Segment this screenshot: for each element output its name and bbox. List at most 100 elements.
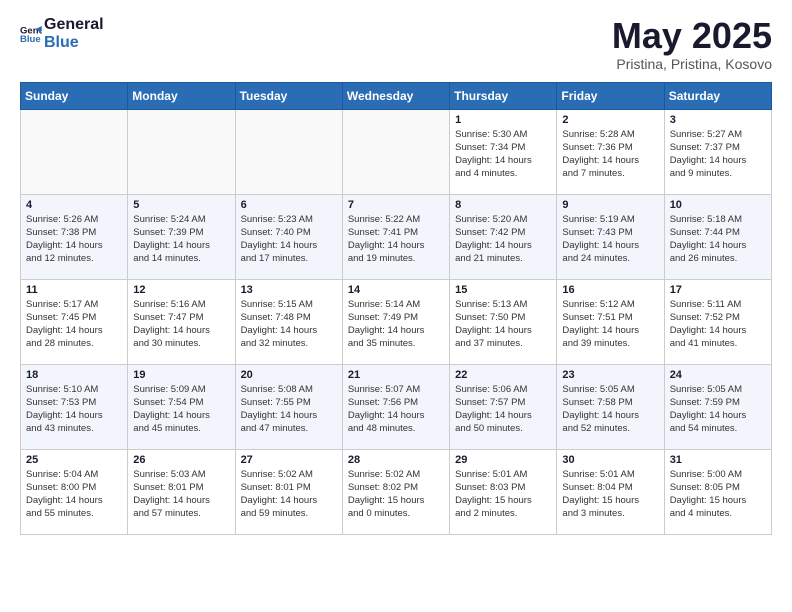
day-info: Sunrise: 5:30 AM Sunset: 7:34 PM Dayligh…	[455, 128, 551, 181]
logo-blue: Blue	[44, 34, 104, 52]
calendar-cell: 6 Sunrise: 5:23 AM Sunset: 7:40 PM Daylig…	[235, 194, 342, 279]
calendar-cell: 29Sunrise: 5:01 AM Sunset: 8:03 PM Dayli…	[450, 449, 557, 534]
col-friday: Friday	[557, 82, 664, 109]
calendar-cell: 25 Sunrise: 5:04 AM Sunset: 8:00 PM Dayli…	[21, 449, 128, 534]
calendar-cell: 21 Sunrise: 5:07 AM Sunset: 7:56 PM Dayli…	[342, 364, 449, 449]
calendar-cell: 27 Sunrise: 5:02 AM Sunset: 8:01 PM Dayli…	[235, 449, 342, 534]
header-row: Sunday Monday Tuesday Wednesday Thursday…	[21, 82, 772, 109]
calendar-cell: 12 Sunrise: 5:16 AM Sunset: 7:47 PM Dayli…	[128, 279, 235, 364]
day-number: 1	[455, 114, 551, 126]
day-info: Sunrise: 5:16 AM Sunset: 7:47 PM Dayligh…	[133, 298, 229, 351]
day-number: 15	[455, 284, 551, 296]
day-info: Sunrise: 5:26 AM Sunset: 7:38 PM Dayligh…	[26, 213, 122, 266]
day-number: 20	[241, 369, 337, 381]
page: General Blue General Blue May 2025 Prist…	[0, 0, 792, 551]
title-block: May 2025 Pristina, Pristina, Kosovo	[612, 16, 772, 72]
day-info: Sunrise: 5:02 AM Sunset: 8:02 PM Dayligh…	[348, 468, 444, 521]
day-info: Sunrise: 5:20 AM Sunset: 7:42 PM Dayligh…	[455, 213, 551, 266]
calendar-cell: 11 Sunrise: 5:17 AM Sunset: 7:45 PM Dayli…	[21, 279, 128, 364]
day-info: Sunrise: 5:23 AM Sunset: 7:40 PM Dayligh…	[241, 213, 337, 266]
day-number: 5	[133, 199, 229, 211]
col-tuesday: Tuesday	[235, 82, 342, 109]
day-number: 10	[670, 199, 766, 211]
calendar-week-3: 11 Sunrise: 5:17 AM Sunset: 7:45 PM Dayli…	[21, 279, 772, 364]
day-number: 3	[670, 114, 766, 126]
calendar-cell: 15 Sunrise: 5:13 AM Sunset: 7:50 PM Dayli…	[450, 279, 557, 364]
calendar-cell: 16 Sunrise: 5:12 AM Sunset: 7:51 PM Dayli…	[557, 279, 664, 364]
day-number: 24	[670, 369, 766, 381]
calendar-cell: 20 Sunrise: 5:08 AM Sunset: 7:55 PM Dayli…	[235, 364, 342, 449]
calendar-cell: 7 Sunrise: 5:22 AM Sunset: 7:41 PM Daylig…	[342, 194, 449, 279]
day-info: Sunrise: 5:02 AM Sunset: 8:01 PM Dayligh…	[241, 468, 337, 521]
calendar-cell: 19 Sunrise: 5:09 AM Sunset: 7:54 PM Dayli…	[128, 364, 235, 449]
calendar-week-2: 4Sunrise: 5:26 AM Sunset: 7:38 PM Daylig…	[21, 194, 772, 279]
calendar-table: Sunday Monday Tuesday Wednesday Thursday…	[20, 82, 772, 535]
calendar-cell: 4Sunrise: 5:26 AM Sunset: 7:38 PM Daylig…	[21, 194, 128, 279]
calendar-cell: 8Sunrise: 5:20 AM Sunset: 7:42 PM Daylig…	[450, 194, 557, 279]
day-info: Sunrise: 5:08 AM Sunset: 7:55 PM Dayligh…	[241, 383, 337, 436]
day-info: Sunrise: 5:09 AM Sunset: 7:54 PM Dayligh…	[133, 383, 229, 436]
calendar-cell: 26Sunrise: 5:03 AM Sunset: 8:01 PM Dayli…	[128, 449, 235, 534]
logo-icon: General Blue	[20, 23, 42, 45]
day-info: Sunrise: 5:11 AM Sunset: 7:52 PM Dayligh…	[670, 298, 766, 351]
calendar-cell: 13 Sunrise: 5:15 AM Sunset: 7:48 PM Dayli…	[235, 279, 342, 364]
day-info: Sunrise: 5:19 AM Sunset: 7:43 PM Dayligh…	[562, 213, 658, 266]
calendar-week-5: 25 Sunrise: 5:04 AM Sunset: 8:00 PM Dayli…	[21, 449, 772, 534]
day-info: Sunrise: 5:05 AM Sunset: 7:59 PM Dayligh…	[670, 383, 766, 436]
day-number: 23	[562, 369, 658, 381]
day-number: 26	[133, 454, 229, 466]
calendar-cell: 1 Sunrise: 5:30 AM Sunset: 7:34 PM Daylig…	[450, 109, 557, 194]
calendar-cell	[128, 109, 235, 194]
day-number: 12	[133, 284, 229, 296]
calendar-cell: 22Sunrise: 5:06 AM Sunset: 7:57 PM Dayli…	[450, 364, 557, 449]
calendar-cell: 31Sunrise: 5:00 AM Sunset: 8:05 PM Dayli…	[664, 449, 771, 534]
day-number: 21	[348, 369, 444, 381]
month-title: May 2025	[612, 16, 772, 56]
day-number: 16	[562, 284, 658, 296]
calendar-cell: 10 Sunrise: 5:18 AM Sunset: 7:44 PM Dayli…	[664, 194, 771, 279]
day-info: Sunrise: 5:22 AM Sunset: 7:41 PM Dayligh…	[348, 213, 444, 266]
col-saturday: Saturday	[664, 82, 771, 109]
day-number: 11	[26, 284, 122, 296]
calendar-cell	[235, 109, 342, 194]
day-info: Sunrise: 5:04 AM Sunset: 8:00 PM Dayligh…	[26, 468, 122, 521]
day-number: 7	[348, 199, 444, 211]
day-number: 6	[241, 199, 337, 211]
day-number: 19	[133, 369, 229, 381]
day-info: Sunrise: 5:18 AM Sunset: 7:44 PM Dayligh…	[670, 213, 766, 266]
day-number: 31	[670, 454, 766, 466]
day-info: Sunrise: 5:17 AM Sunset: 7:45 PM Dayligh…	[26, 298, 122, 351]
day-number: 29	[455, 454, 551, 466]
day-info: Sunrise: 5:15 AM Sunset: 7:48 PM Dayligh…	[241, 298, 337, 351]
col-monday: Monday	[128, 82, 235, 109]
calendar-cell: 14 Sunrise: 5:14 AM Sunset: 7:49 PM Dayli…	[342, 279, 449, 364]
day-number: 14	[348, 284, 444, 296]
day-info: Sunrise: 5:12 AM Sunset: 7:51 PM Dayligh…	[562, 298, 658, 351]
day-number: 28	[348, 454, 444, 466]
day-info: Sunrise: 5:14 AM Sunset: 7:49 PM Dayligh…	[348, 298, 444, 351]
day-info: Sunrise: 5:13 AM Sunset: 7:50 PM Dayligh…	[455, 298, 551, 351]
logo: General Blue General Blue	[20, 16, 104, 51]
day-number: 25	[26, 454, 122, 466]
day-number: 27	[241, 454, 337, 466]
day-info: Sunrise: 5:05 AM Sunset: 7:58 PM Dayligh…	[562, 383, 658, 436]
calendar-cell: 28 Sunrise: 5:02 AM Sunset: 8:02 PM Dayli…	[342, 449, 449, 534]
day-info: Sunrise: 5:10 AM Sunset: 7:53 PM Dayligh…	[26, 383, 122, 436]
location: Pristina, Pristina, Kosovo	[612, 56, 772, 72]
day-number: 17	[670, 284, 766, 296]
day-number: 18	[26, 369, 122, 381]
calendar-cell: 3Sunrise: 5:27 AM Sunset: 7:37 PM Daylig…	[664, 109, 771, 194]
header: General Blue General Blue May 2025 Prist…	[20, 16, 772, 72]
calendar-cell: 23 Sunrise: 5:05 AM Sunset: 7:58 PM Dayli…	[557, 364, 664, 449]
col-thursday: Thursday	[450, 82, 557, 109]
calendar-cell: 30Sunrise: 5:01 AM Sunset: 8:04 PM Dayli…	[557, 449, 664, 534]
logo-general: General	[44, 16, 104, 34]
day-number: 30	[562, 454, 658, 466]
calendar-cell: 24 Sunrise: 5:05 AM Sunset: 7:59 PM Dayli…	[664, 364, 771, 449]
calendar-cell: 2Sunrise: 5:28 AM Sunset: 7:36 PM Daylig…	[557, 109, 664, 194]
day-number: 13	[241, 284, 337, 296]
day-info: Sunrise: 5:07 AM Sunset: 7:56 PM Dayligh…	[348, 383, 444, 436]
calendar-cell: 5Sunrise: 5:24 AM Sunset: 7:39 PM Daylig…	[128, 194, 235, 279]
calendar-cell: 9Sunrise: 5:19 AM Sunset: 7:43 PM Daylig…	[557, 194, 664, 279]
calendar-cell: 17 Sunrise: 5:11 AM Sunset: 7:52 PM Dayli…	[664, 279, 771, 364]
